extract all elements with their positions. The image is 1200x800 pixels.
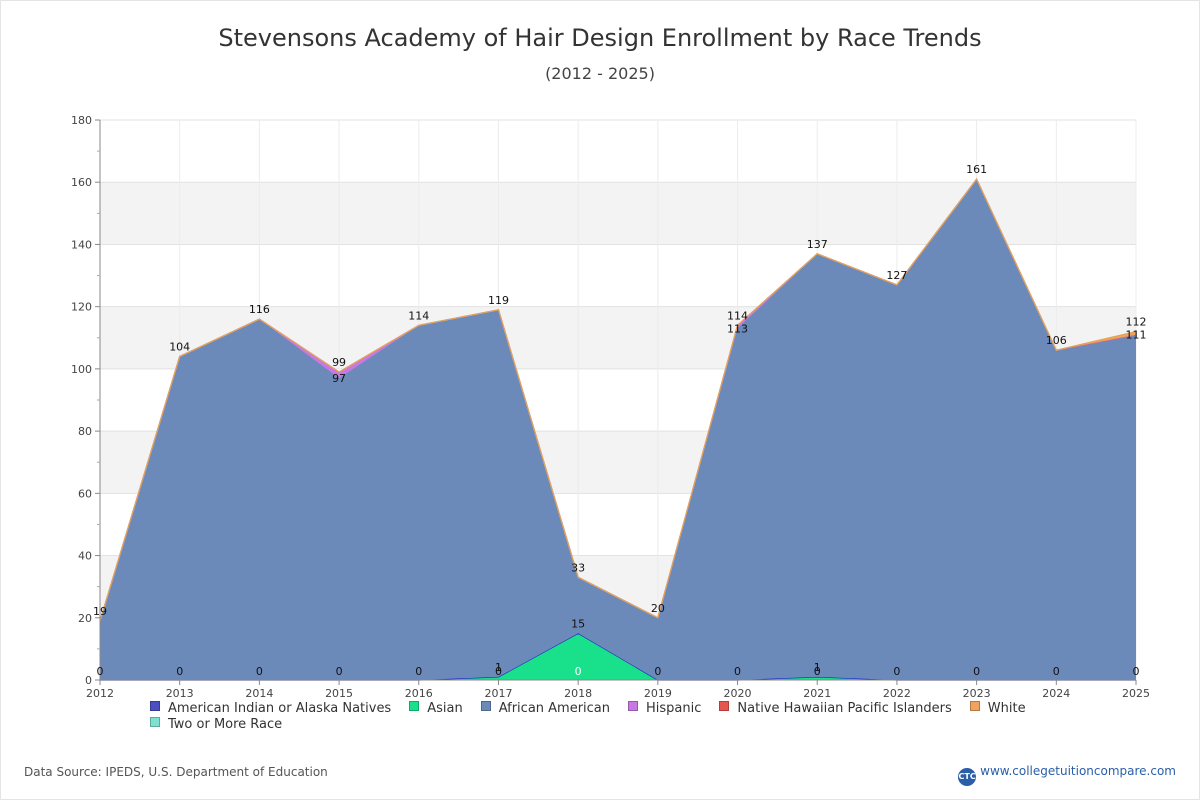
x-tick-label: 2024 <box>1042 687 1070 700</box>
total-data-label: 112 <box>1126 316 1147 329</box>
data-source: Data Source: IPEDS, U.S. Department of E… <box>24 765 328 779</box>
brand-link[interactable]: CTC www.collegetuitioncompare.com <box>958 764 1176 786</box>
legend-swatch <box>480 701 491 711</box>
y-tick-label: 20 <box>78 612 92 625</box>
asian-data-label: 0 <box>973 665 980 678</box>
legend-label: Asian <box>427 701 463 716</box>
asian-data-label: 0 <box>893 665 900 678</box>
legend-swatch <box>150 701 160 711</box>
legend-label: Native Hawaiian Pacific Islanders <box>737 701 952 716</box>
legend-label: African American <box>498 701 611 716</box>
x-tick-label: 2018 <box>564 687 592 700</box>
legend-label: American Indian or Alaska Natives <box>168 701 392 716</box>
total-data-label: 20 <box>651 602 665 615</box>
legend-swatch <box>150 717 160 727</box>
x-tick-label: 2015 <box>325 687 353 700</box>
total-data-label: 104 <box>169 340 190 353</box>
asian-data-label: 0 <box>415 665 422 678</box>
asian-data-label: 0 <box>654 665 661 678</box>
x-tick-label: 2022 <box>883 687 911 700</box>
legend-item[interactable]: African American <box>480 701 611 717</box>
asian-data-label: 0 <box>97 665 104 678</box>
chart-legend: American Indian or Alaska Natives Asian Af… <box>150 701 1110 733</box>
y-tick-label: 60 <box>78 487 92 500</box>
total-data-label: 114 <box>727 309 748 322</box>
asian-data-label: 0 <box>256 665 263 678</box>
asian-data-label: 0 <box>734 665 741 678</box>
brand-url: www.collegetuitioncompare.com <box>980 764 1176 778</box>
legend-swatch <box>628 701 639 711</box>
total-data-label: 99 <box>332 356 346 369</box>
legend-item[interactable]: American Indian or Alaska Natives <box>150 701 391 717</box>
total-data-label: 119 <box>488 294 509 307</box>
x-tick-label: 2020 <box>724 687 752 700</box>
area-2 <box>100 179 1136 680</box>
asian-data-label: 0 <box>176 665 183 678</box>
secondary-data-label: 113 <box>727 322 748 335</box>
x-tick-label: 2013 <box>166 687 194 700</box>
x-tick-label: 2016 <box>405 687 433 700</box>
brand-logo-icon: CTC <box>958 768 977 786</box>
total-data-label: 19 <box>93 605 107 618</box>
asian-inner-data-label: 0 <box>495 665 502 678</box>
legend-swatch <box>969 701 980 711</box>
secondary-data-label: 111 <box>1126 329 1147 342</box>
total-data-label: 127 <box>886 269 907 282</box>
total-data-label: 106 <box>1046 334 1067 347</box>
total-data-label: 114 <box>408 309 429 322</box>
legend-item[interactable]: White <box>969 701 1026 717</box>
x-tick-label: 2014 <box>245 687 273 700</box>
total-data-label: 161 <box>966 163 987 176</box>
asian-inner-data-label: 0 <box>575 665 582 678</box>
asian-data-label: 0 <box>336 665 343 678</box>
y-tick-label: 180 <box>71 114 92 127</box>
total-data-label: 137 <box>807 238 828 251</box>
legend-label: Two or More Race <box>168 717 283 732</box>
y-tick-label: 80 <box>78 425 92 438</box>
y-tick-label: 40 <box>78 550 92 563</box>
legend-item[interactable]: Hispanic <box>628 701 701 717</box>
y-tick-label: 100 <box>71 363 92 376</box>
y-tick-label: 140 <box>71 238 92 251</box>
asian-data-label: 0 <box>1053 665 1060 678</box>
total-data-label: 116 <box>249 303 270 316</box>
x-tick-label: 2012 <box>86 687 114 700</box>
legend-label: White <box>987 701 1026 716</box>
x-tick-label: 2025 <box>1122 687 1150 700</box>
x-tick-label: 2017 <box>484 687 512 700</box>
legend-item[interactable]: Native Hawaiian Pacific Islanders <box>719 701 952 717</box>
legend-swatch <box>409 701 420 711</box>
legend-swatch <box>719 701 730 711</box>
asian-data-label: 15 <box>571 617 585 630</box>
asian-data-label: 0 <box>1133 665 1140 678</box>
secondary-data-label: 97 <box>332 372 346 385</box>
y-tick-label: 0 <box>85 674 92 687</box>
legend-item[interactable]: Two or More Race <box>150 717 282 733</box>
legend-item[interactable]: Asian <box>409 701 463 717</box>
y-tick-label: 160 <box>71 176 92 189</box>
x-tick-label: 2023 <box>963 687 991 700</box>
asian-inner-data-label: 0 <box>814 665 821 678</box>
legend-label: Hispanic <box>646 701 702 716</box>
x-tick-label: 2021 <box>803 687 831 700</box>
chart-plot: 0204060801001201401601802012 2013 2014 2015… <box>71 114 1150 700</box>
total-data-label: 33 <box>571 561 585 574</box>
x-tick-label: 2019 <box>644 687 672 700</box>
y-tick-label: 120 <box>71 301 92 314</box>
